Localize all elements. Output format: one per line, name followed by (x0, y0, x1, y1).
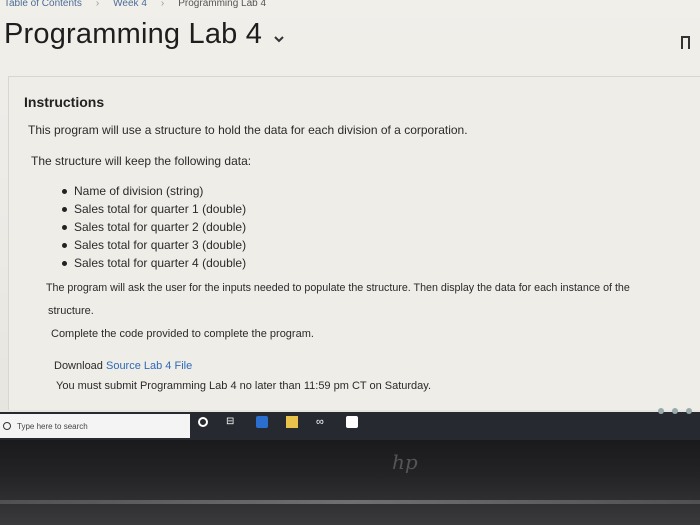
search-icon (3, 422, 11, 430)
chevron-down-icon[interactable] (274, 30, 284, 46)
download-line: Download Source Lab 4 File (54, 360, 192, 372)
page-title: Programming Lab 4 (4, 18, 263, 50)
tray-icon[interactable] (672, 408, 678, 414)
list-item: Sales total for quarter 2 (double) (62, 220, 246, 238)
laptop-bezel (0, 440, 700, 525)
breadcrumb-table-of-contents[interactable]: Table of Contents (4, 0, 82, 9)
program-text-line2: structure. (48, 305, 94, 317)
breadcrumb-separator: › (95, 0, 100, 9)
laptop-hinge (0, 500, 700, 504)
breadcrumb-separator: › (160, 0, 165, 9)
breadcrumb: Table of Contents › Week 4 › Programming… (4, 0, 266, 10)
download-prefix: Download (54, 360, 103, 372)
download-link[interactable]: Source Lab 4 File (106, 360, 192, 372)
tray-icon[interactable] (686, 408, 692, 414)
taskbar-icons: ⊟ ∞ (198, 416, 358, 428)
title-row: Programming Lab 4 (4, 18, 284, 51)
mail-icon[interactable] (346, 416, 358, 428)
breadcrumb-week-4[interactable]: Week 4 (113, 0, 147, 9)
complete-text: Complete the code provided to complete t… (51, 328, 314, 340)
list-item: Sales total for quarter 4 (double) (62, 256, 246, 274)
bookmark-icon[interactable] (681, 36, 690, 49)
list-item: Sales total for quarter 3 (double) (62, 238, 246, 256)
structure-intro-text: The structure will keep the following da… (31, 154, 252, 168)
tray-icon[interactable] (658, 408, 664, 414)
hp-logo: hp (392, 450, 418, 474)
edge-icon[interactable] (256, 416, 268, 428)
program-text-line1: The program will ask the user for the in… (46, 282, 630, 294)
task-view-icon[interactable]: ⊟ (226, 416, 238, 428)
search-placeholder: Type here to search (17, 421, 88, 431)
list-item: Name of division (string) (62, 184, 246, 202)
system-tray (658, 408, 692, 414)
list-item: Sales total for quarter 1 (double) (62, 202, 246, 220)
breadcrumb-current: Programming Lab 4 (178, 0, 267, 9)
intro-text: This program will use a structure to hol… (28, 123, 468, 137)
submit-text: You must submit Programming Lab 4 no lat… (56, 380, 432, 392)
file-explorer-icon[interactable] (286, 416, 298, 428)
taskbar-search-box[interactable]: Type here to search (0, 414, 190, 438)
cortana-icon[interactable] (198, 417, 208, 427)
data-list: Name of division (string) Sales total fo… (62, 184, 246, 274)
instructions-heading: Instructions (24, 94, 105, 110)
infinity-app-icon[interactable]: ∞ (316, 416, 328, 428)
